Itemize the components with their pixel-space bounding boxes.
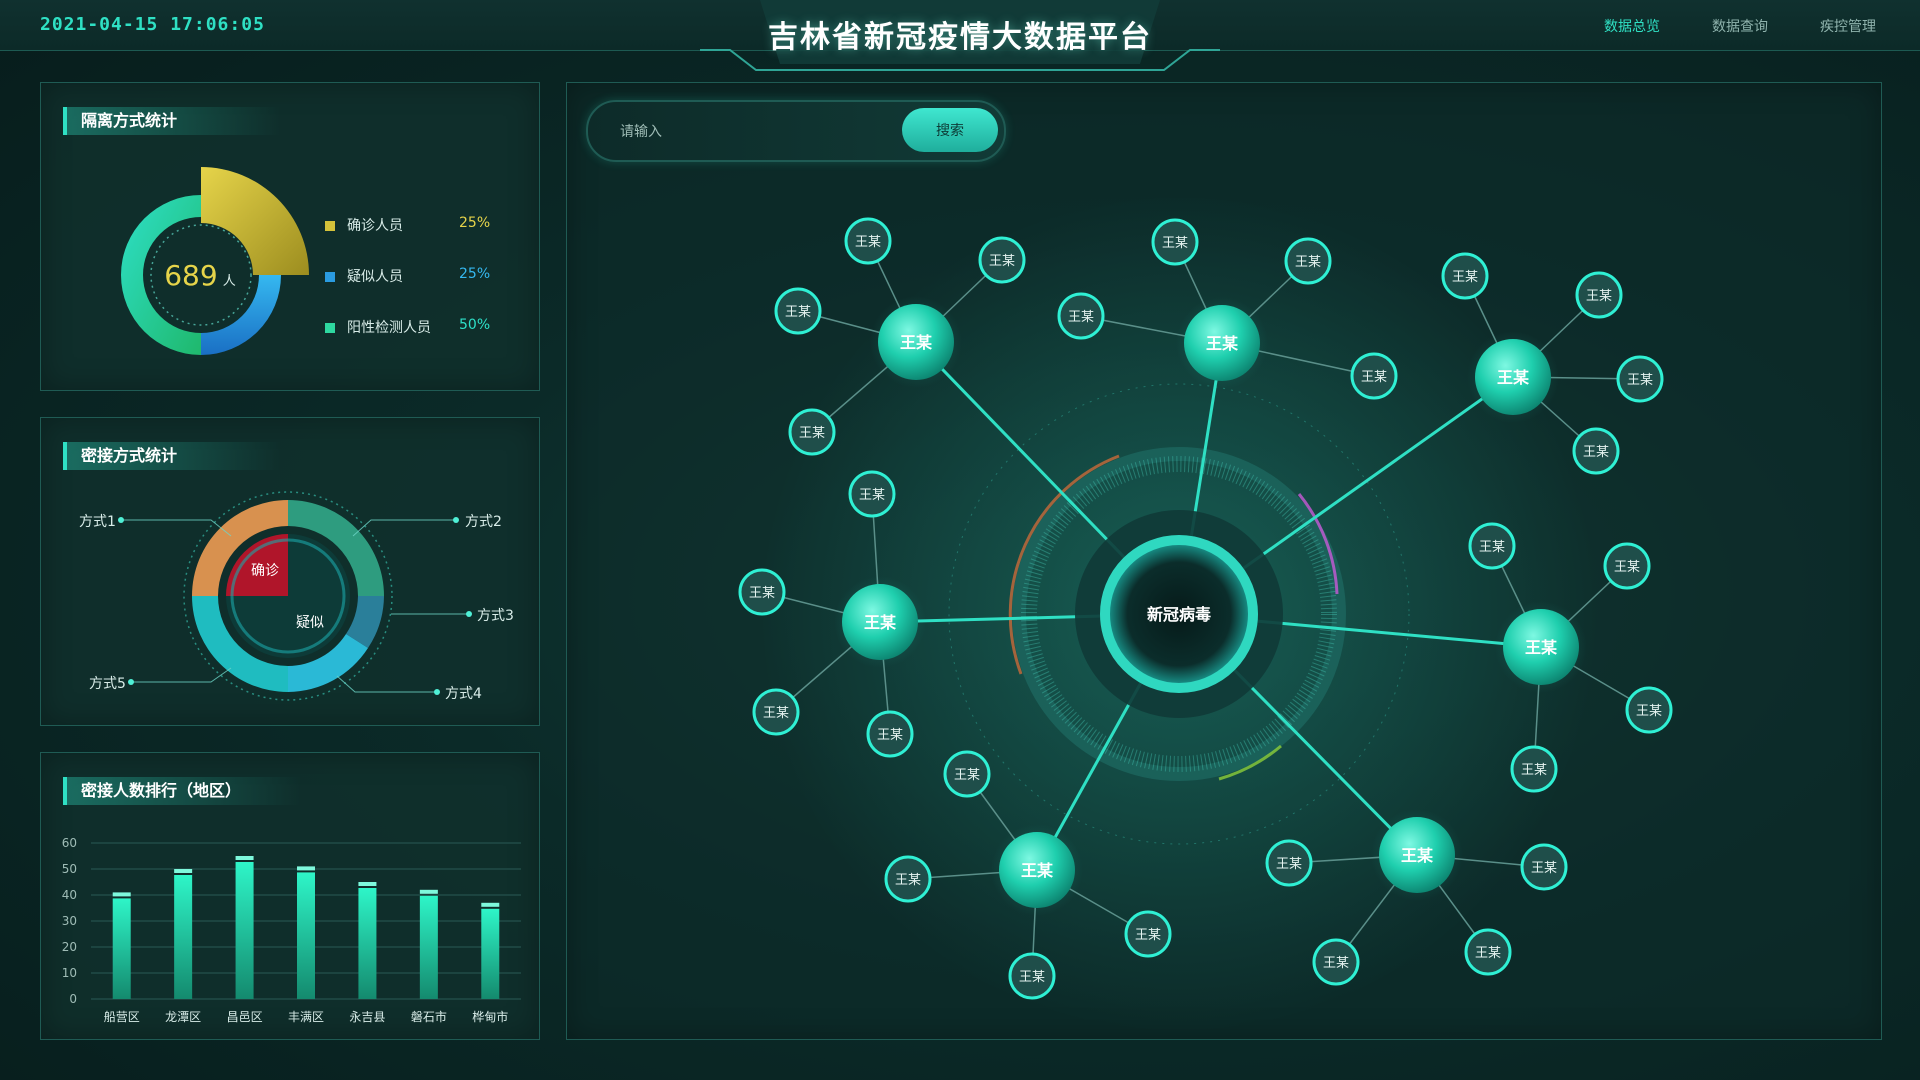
bar-cap (112, 892, 131, 897)
title-banner: 吉林省新冠疫情大数据平台 (700, 0, 1220, 71)
search-input[interactable] (618, 116, 882, 148)
legend-pct-confirmed: 25% (459, 215, 491, 231)
y-tick-label: 60 (62, 836, 77, 850)
relation-graph-panel (566, 82, 1882, 1040)
bar-丰满区[interactable] (297, 872, 315, 999)
quarantine-total: 689 人 (145, 259, 255, 292)
x-tick-label: 永吉县 (349, 1010, 385, 1024)
legend-pct-suspected: 25% (459, 266, 491, 282)
quarantine-panel: 隔离方式统计 689 人 确诊人员 25% 疑似人员 25% 阳性检测人员 50… (40, 82, 540, 391)
y-tick-label: 50 (62, 862, 77, 876)
nav-data-query[interactable]: 数据查询 (1712, 16, 1768, 36)
inner-label-suspected: 疑似 (296, 615, 324, 631)
legend-swatch-positive (325, 323, 335, 333)
outer-label-method4: 方式4 (445, 686, 482, 702)
contact-panel: 密接方式统计 确诊 疑似 方式1 方式2 方式3 方式4 方式5 (40, 417, 540, 726)
bar-磐石市[interactable] (419, 895, 438, 999)
legend-pct-positive: 50% (459, 317, 491, 333)
bar-cap (358, 882, 377, 886)
nav-cdc-management[interactable]: 疾控管理 (1820, 16, 1876, 36)
x-tick-label: 磐石市 (411, 1009, 447, 1024)
y-tick-label: 0 (69, 992, 77, 1006)
outer-label-method2: 方式2 (465, 514, 502, 530)
search-bar: 搜索 (586, 100, 1006, 162)
x-tick-label: 丰满区 (288, 1010, 324, 1024)
legend-swatch-confirmed (325, 221, 335, 231)
legend-swatch-suspected (325, 272, 335, 282)
bar-cap (235, 856, 254, 860)
y-tick-label: 10 (62, 966, 77, 980)
y-tick-label: 40 (62, 888, 77, 902)
quarantine-total-unit: 人 (222, 274, 236, 289)
legend-suspected: 疑似人员 (325, 266, 403, 286)
y-tick-label: 30 (62, 914, 77, 928)
bar-船营区[interactable] (112, 898, 131, 999)
x-tick-label: 船营区 (104, 1010, 140, 1024)
bar-昌邑区[interactable] (235, 862, 254, 999)
outer-label-method1: 方式1 (79, 514, 116, 530)
bar-cap (419, 889, 438, 894)
ranking-bar-chart: 0 10 20 30 40 50 60 船营区 龙潭区 昌邑区 丰满区 永吉县 磐石市 桦甸市 (62, 836, 521, 1024)
search-button[interactable]: 搜索 (902, 108, 998, 152)
x-tick-label: 昌邑区 (227, 1010, 263, 1024)
quarantine-total-value: 689 (164, 259, 218, 292)
outer-label-method5: 方式5 (89, 676, 126, 692)
inner-label-confirmed: 确诊 (251, 563, 279, 579)
y-tick-label: 20 (62, 940, 77, 954)
bar-桦甸市[interactable] (481, 908, 500, 999)
legend-confirmed: 确诊人员 (325, 215, 403, 235)
bar-cap (297, 866, 315, 871)
bar-永吉县[interactable] (358, 888, 377, 999)
ranking-panel: 密接人数排行（地区） 0 10 20 30 40 50 60 船营区 龙潭区 昌邑区 丰满区 永吉县磐… (40, 752, 540, 1040)
datetime-display: 2021-04-15 17:06:05 (40, 14, 265, 35)
outer-label-method3: 方式3 (477, 608, 514, 624)
x-tick-label: 桦甸市 (472, 1009, 508, 1024)
bar-cap (481, 902, 500, 907)
nav-data-overview[interactable]: 数据总览 (1604, 16, 1660, 36)
bar-cap (174, 869, 193, 873)
page-title: 吉林省新冠疫情大数据平台 (768, 20, 1152, 55)
quarantine-panel-title: 隔离方式统计 (63, 107, 281, 135)
x-tick-label: 龙潭区 (165, 1010, 201, 1024)
bar-龙潭区[interactable] (174, 875, 193, 999)
legend-positive: 阳性检测人员 (325, 317, 431, 337)
